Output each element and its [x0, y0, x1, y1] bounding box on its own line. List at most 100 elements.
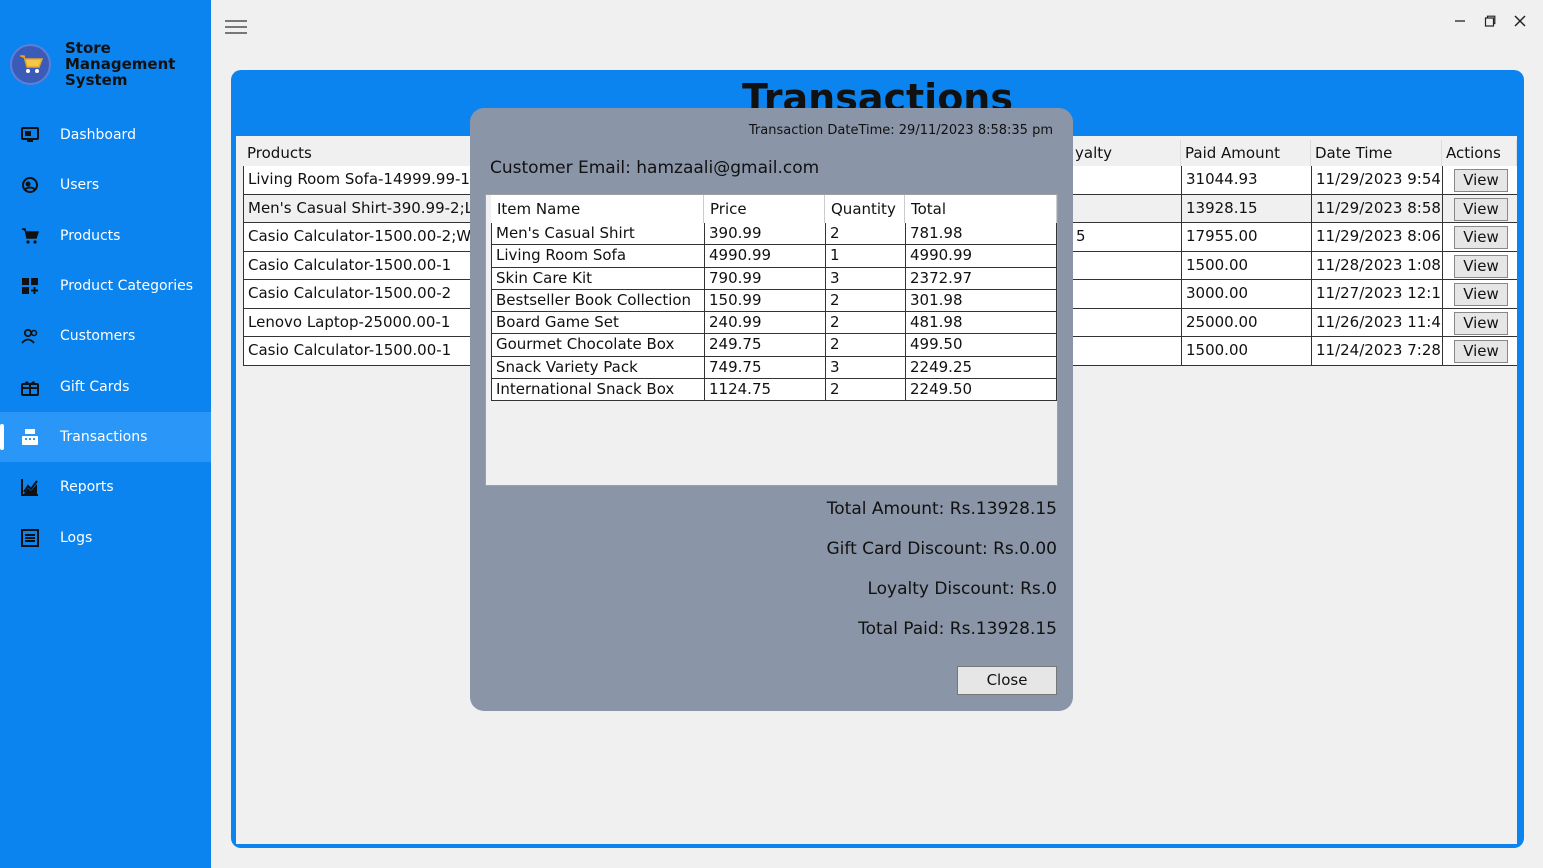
cell-quantity: 1	[825, 245, 905, 268]
cell-loyalty-discount	[1071, 194, 1181, 223]
app-title: Store Management System	[65, 39, 176, 89]
dashboard-icon	[21, 126, 39, 144]
cell-item-name: Bestseller Book Collection	[491, 289, 704, 312]
view-button[interactable]: View	[1454, 226, 1508, 249]
column-header-paid-amount[interactable]: Paid Amount	[1181, 140, 1311, 166]
item-row[interactable]: Snack Variety Pack 749.75 3 2249.25	[491, 356, 1057, 380]
total-paid: Total Paid: Rs.13928.15	[858, 619, 1057, 639]
cell-date-time: 11/28/2023 1:08:4	[1311, 251, 1442, 280]
sidebar-nav: Dashboard Users Products Product Categor…	[0, 110, 211, 563]
close-button[interactable]: Close	[957, 666, 1057, 695]
cell-price: 1124.75	[704, 379, 825, 402]
transaction-details-dialog: Transaction DateTime: 29/11/2023 8:58:35…	[470, 108, 1073, 711]
sidebar-item-label: Users	[60, 177, 100, 194]
sidebar-item-users[interactable]: Users	[0, 160, 211, 210]
column-header-price[interactable]: Price	[704, 195, 825, 223]
cell-quantity: 3	[825, 356, 905, 379]
cell-item-name: Men's Casual Shirt	[491, 223, 704, 245]
sidebar-item-customers[interactable]: Customers	[0, 311, 211, 361]
column-header-total[interactable]: Total	[905, 195, 1057, 223]
item-row[interactable]: Board Game Set 240.99 2 481.98	[491, 312, 1057, 335]
cell-date-time: 11/24/2023 7:28:0	[1311, 337, 1442, 365]
cell-paid-amount: 1500.00	[1181, 337, 1311, 365]
cell-total: 2249.25	[905, 356, 1057, 379]
sidebar-item-products[interactable]: Products	[0, 211, 211, 261]
sidebar-item-label: Dashboard	[60, 127, 136, 144]
sidebar-item-label: Customers	[60, 328, 136, 345]
cell-paid-amount: 13928.15	[1181, 194, 1311, 223]
item-row[interactable]: Bestseller Book Collection 150.99 2 301.…	[491, 289, 1057, 313]
view-button[interactable]: View	[1454, 197, 1508, 221]
cell-item-name: International Snack Box	[491, 379, 704, 402]
column-header-products[interactable]: Products	[243, 140, 473, 166]
cell-item-name: Board Game Set	[491, 312, 704, 335]
cell-loyalty-discount	[1071, 166, 1181, 194]
column-header-loyalty-discount[interactable]: yalty Discount	[1071, 140, 1181, 188]
sidebar-item-dashboard[interactable]: Dashboard	[0, 110, 211, 160]
item-row[interactable]: Gourmet Chocolate Box 249.75 2 499.50	[491, 334, 1057, 357]
cell-item-name: Gourmet Chocolate Box	[491, 334, 704, 357]
sidebar-item-label: Reports	[60, 479, 114, 496]
sidebar-item-label: Transactions	[60, 428, 148, 445]
menu-toggle-button[interactable]	[225, 18, 247, 36]
cell-date-time: 11/29/2023 9:54:1	[1311, 166, 1442, 194]
cell-quantity: 2	[825, 379, 905, 402]
loyalty-discount: Loyalty Discount: Rs.0	[867, 579, 1057, 599]
items-grid: Item Name Price Quantity Total Men's Cas…	[485, 194, 1058, 486]
cell-item-name: Skin Care Kit	[491, 267, 704, 290]
chart-icon	[21, 478, 39, 497]
cell-products: Casio Calculator-1500.00-1	[243, 337, 473, 365]
view-button[interactable]: View	[1454, 254, 1508, 278]
users-icon	[21, 176, 39, 194]
cell-price: 390.99	[704, 223, 825, 245]
item-row[interactable]: Living Room Sofa 4990.99 1 4990.99	[491, 245, 1057, 268]
cell-products: Lenovo Laptop-25000.00-1	[243, 308, 473, 337]
transaction-datetime: Transaction DateTime: 29/11/2023 8:58:35…	[748, 123, 1053, 138]
view-button[interactable]: View	[1454, 340, 1508, 363]
cell-quantity: 2	[825, 312, 905, 335]
column-header-item-name[interactable]: Item Name	[491, 195, 704, 223]
cell-total: 781.98	[905, 223, 1057, 245]
sidebar-item-transactions[interactable]: Transactions	[0, 411, 211, 463]
cell-paid-amount: 31044.93	[1181, 166, 1311, 194]
cell-price: 150.99	[704, 289, 825, 312]
sidebar-item-logs[interactable]: Logs	[0, 512, 211, 562]
close-window-icon[interactable]	[1509, 10, 1531, 32]
items-rows: Men's Casual Shirt 390.99 2 781.98 Livin…	[491, 223, 1057, 402]
column-header-quantity[interactable]: Quantity	[825, 195, 905, 223]
cell-loyalty-discount	[1071, 337, 1181, 365]
cell-price: 240.99	[704, 312, 825, 335]
item-row[interactable]: International Snack Box 1124.75 2 2249.5…	[491, 379, 1057, 402]
cell-price: 249.75	[704, 334, 825, 357]
sidebar-item-reports[interactable]: Reports	[0, 462, 211, 512]
register-icon	[21, 428, 39, 446]
cell-total: 481.98	[905, 312, 1057, 335]
cell-total: 4990.99	[905, 245, 1057, 268]
column-header-actions[interactable]: Actions	[1442, 140, 1517, 166]
cell-paid-amount: 1500.00	[1181, 251, 1311, 280]
cell-item-name: Snack Variety Pack	[491, 356, 704, 379]
cell-loyalty-discount: 5	[1071, 223, 1181, 251]
cell-loyalty-discount	[1071, 280, 1181, 308]
cell-total: 499.50	[905, 334, 1057, 357]
cell-paid-amount: 3000.00	[1181, 280, 1311, 308]
column-header-date-time[interactable]: Date Time	[1311, 140, 1442, 166]
sidebar-item-label: Product Categories	[60, 278, 194, 295]
cell-date-time: 11/27/2023 12:16	[1311, 280, 1442, 308]
cart-icon	[21, 227, 39, 245]
view-button[interactable]: View	[1454, 311, 1508, 335]
cell-price: 4990.99	[704, 245, 825, 268]
cell-paid-amount: 25000.00	[1181, 308, 1311, 337]
cell-total: 2249.50	[905, 379, 1057, 402]
view-button[interactable]: View	[1454, 169, 1508, 192]
minimize-icon[interactable]	[1449, 10, 1471, 32]
view-button[interactable]: View	[1454, 283, 1508, 306]
cell-quantity: 2	[825, 289, 905, 312]
sidebar-item-gift-cards[interactable]: Gift Cards	[0, 361, 211, 411]
item-row[interactable]: Skin Care Kit 790.99 3 2372.97	[491, 267, 1057, 290]
cell-item-name: Living Room Sofa	[491, 245, 704, 268]
item-row[interactable]: Men's Casual Shirt 390.99 2 781.98	[491, 223, 1057, 246]
cell-products: Living Room Sofa-14999.99-1;Sl	[243, 166, 473, 194]
restore-icon[interactable]	[1479, 10, 1501, 32]
sidebar-item-product-categories[interactable]: Product Categories	[0, 261, 211, 311]
